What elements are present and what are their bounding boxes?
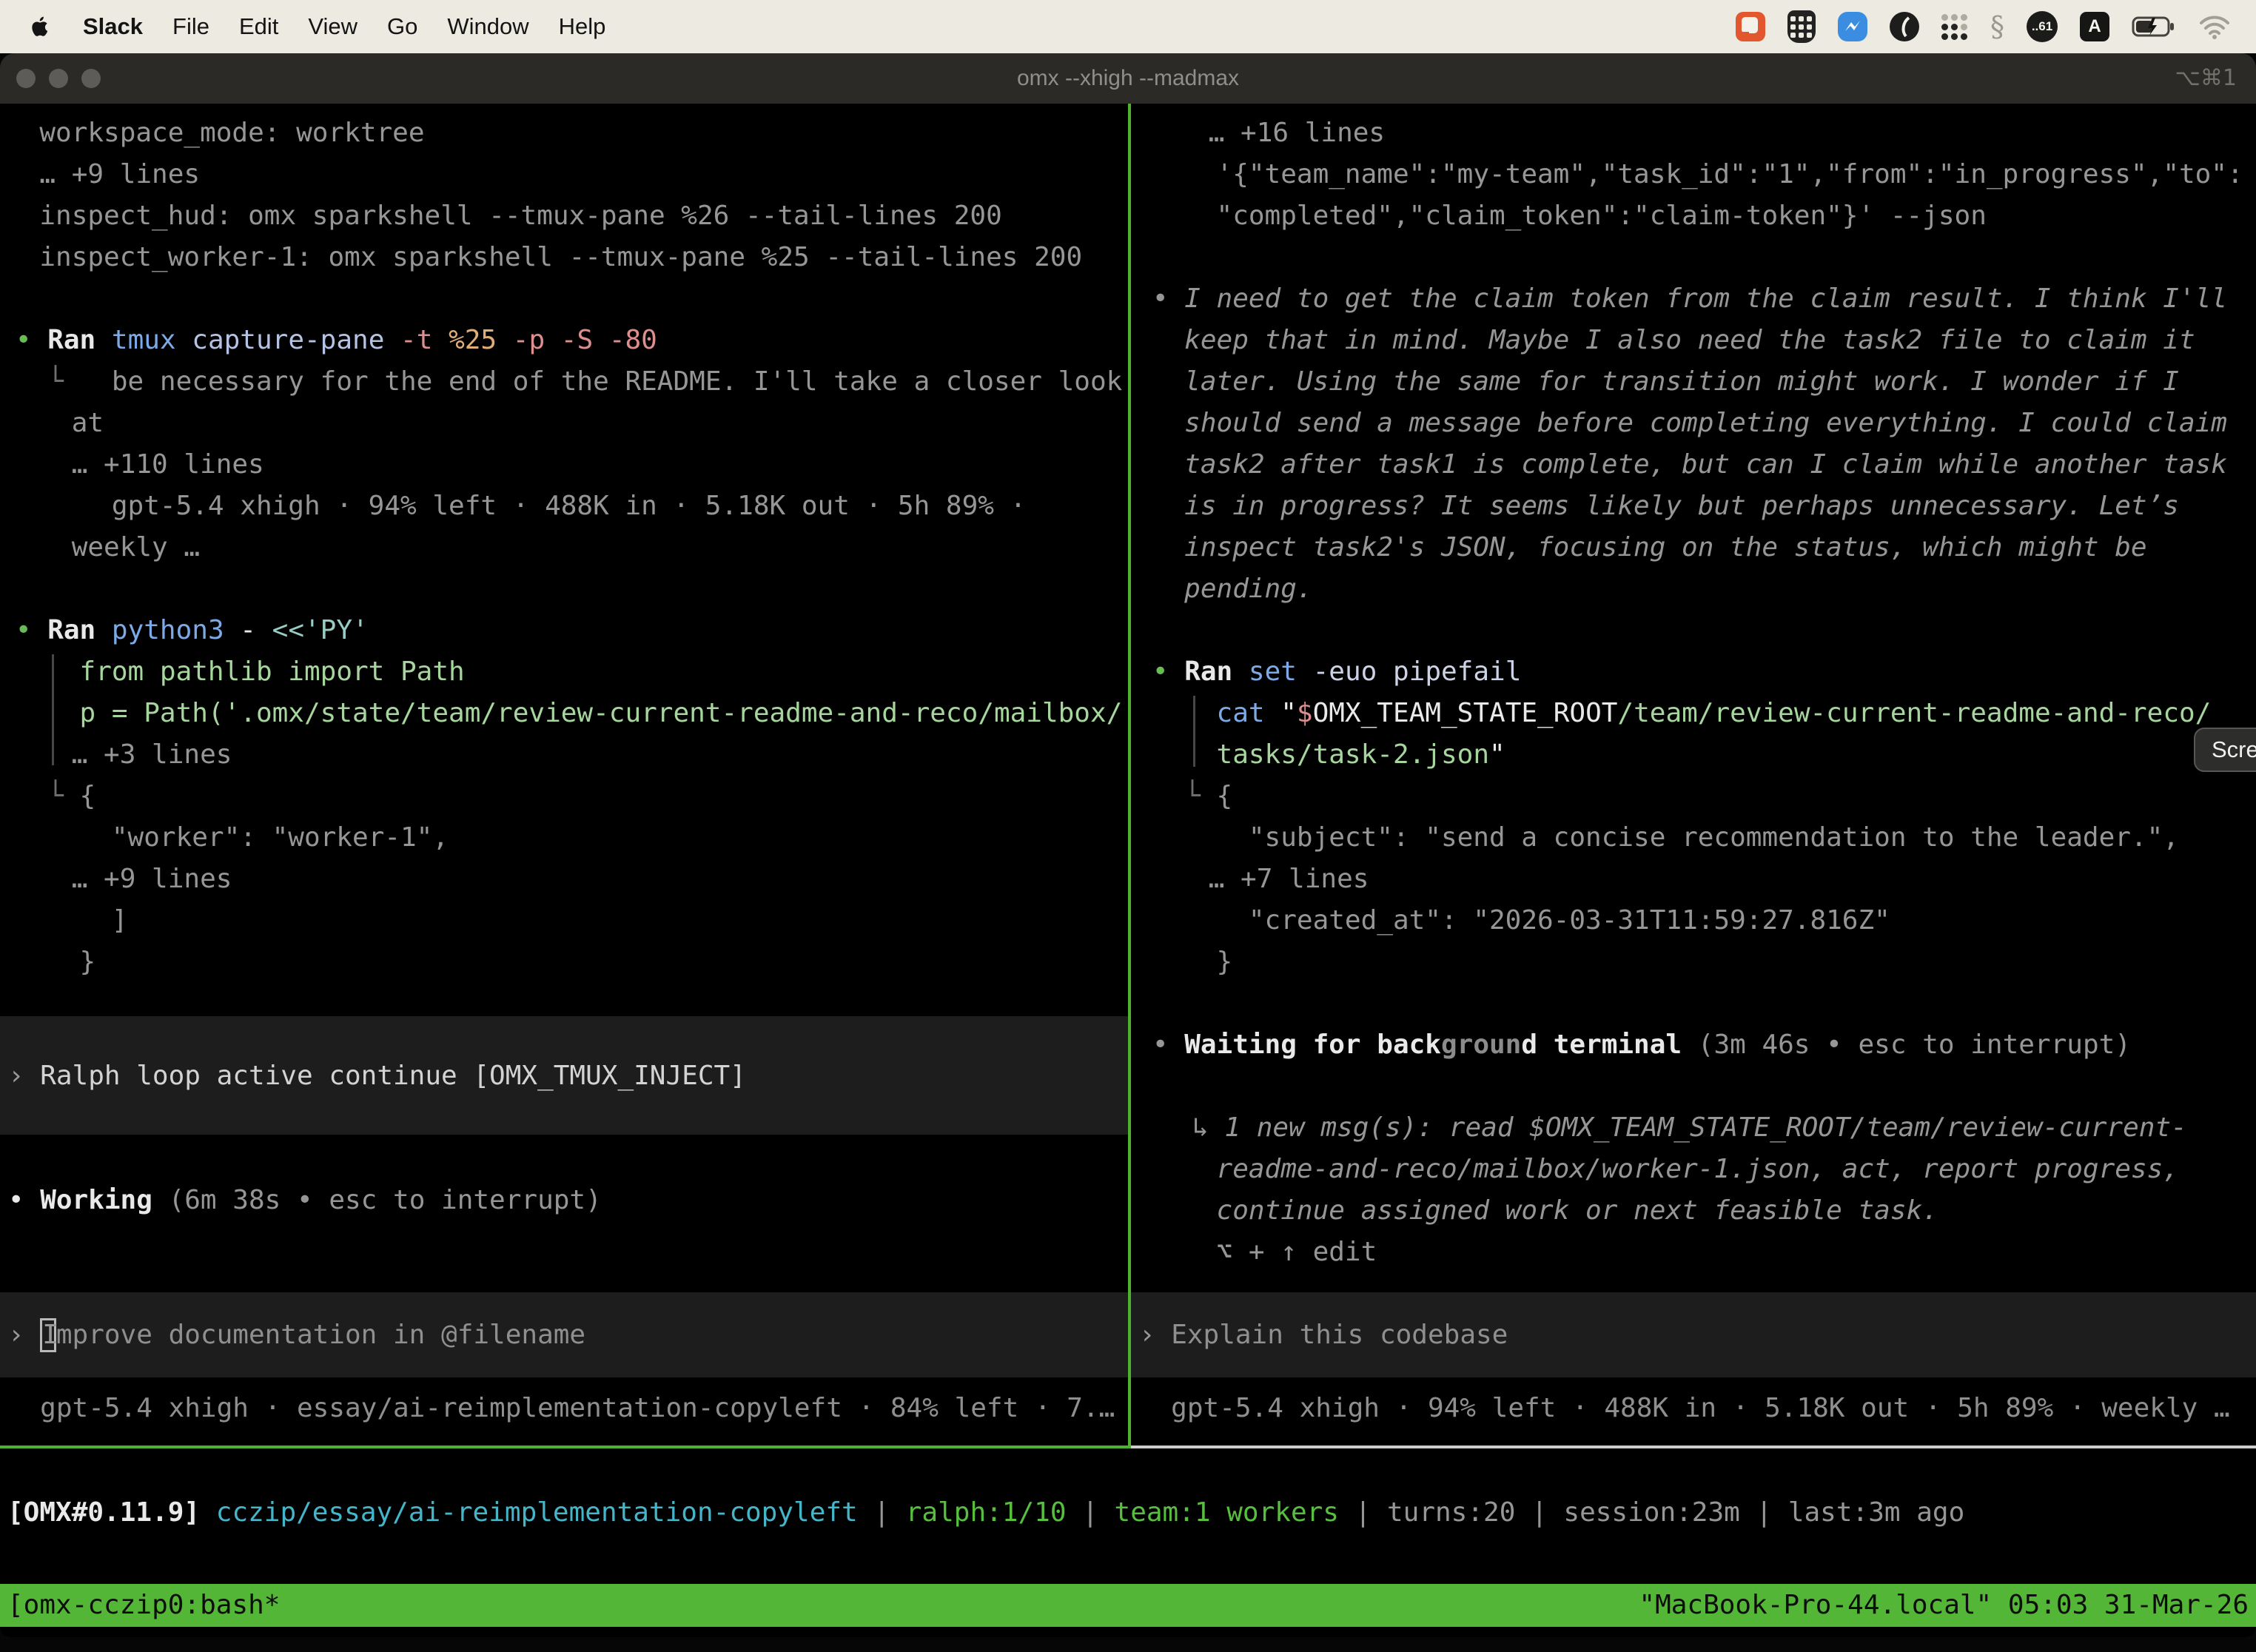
inject-banner-text: Ralph loop active continue [OMX_TMUX_INJ… bbox=[40, 1061, 746, 1091]
tmux-panes: workspace_mode: worktree… +9 linesinspec… bbox=[0, 104, 2256, 1448]
output-rail bbox=[1193, 696, 1195, 767]
chevron-icon: › bbox=[1131, 1320, 1171, 1350]
window-title-bar[interactable]: omx --xhigh --madmax ⌥⌘1 bbox=[0, 53, 2256, 104]
prompt-placeholder: mprove documentation in @filename bbox=[56, 1320, 585, 1350]
dots-grid-icon[interactable] bbox=[1941, 13, 1968, 40]
menu-bar: Slack File Edit View Go Window Help § ..… bbox=[0, 0, 2256, 53]
prompt-placeholder: Explain this codebase bbox=[1171, 1320, 1508, 1350]
macos-desktop: { "menubar": { "items": ["Slack", "File"… bbox=[0, 0, 2256, 1652]
chevron-icon: › bbox=[0, 1320, 40, 1350]
messenger-icon[interactable] bbox=[1838, 12, 1867, 41]
keypad-shield-icon[interactable] bbox=[1787, 10, 1816, 43]
menu-item-window[interactable]: Window bbox=[447, 13, 528, 40]
text-cursor: I bbox=[40, 1318, 56, 1352]
tmux-pane-right[interactable]: … +16 lines'{"team_name":"my-team","task… bbox=[1131, 104, 2256, 1448]
left-prompt-input[interactable]: ›Improve documentation in @filename bbox=[0, 1292, 1128, 1377]
left-inject-banner: ›Ralph loop active continue [OMX_TMUX_IN… bbox=[0, 1016, 1128, 1135]
left-pane-output: workspace_mode: worktree… +9 linesinspec… bbox=[0, 104, 1128, 983]
omx-status-line: [OMX#0.11.9] cczip/essay/ai-reimplementa… bbox=[7, 1491, 1964, 1534]
menu-item-go[interactable]: Go bbox=[387, 13, 417, 40]
chevron-icon: › bbox=[0, 1061, 40, 1091]
menu-item-edit[interactable]: Edit bbox=[239, 13, 278, 40]
window-bottom-edge bbox=[0, 1627, 2256, 1637]
tmux-host-clock: "MacBook-Pro-44.local" 05:03 31-Mar-26 bbox=[1639, 1584, 2249, 1627]
window-title: omx --xhigh --madmax bbox=[0, 53, 2256, 104]
left-working-status: • Working (6m 38s • esc to interrupt) bbox=[0, 1179, 1128, 1221]
menu-item-file[interactable]: File bbox=[172, 13, 209, 40]
window-shortcut-hint: ⌥⌘1 bbox=[2175, 53, 2237, 104]
right-pane-output: … +16 lines'{"team_name":"my-team","task… bbox=[1131, 104, 2256, 1273]
menu-item-slack[interactable]: Slack bbox=[83, 13, 143, 40]
tmux-session-label[interactable]: [omx-cczip0:bash* bbox=[7, 1584, 280, 1627]
menu-item-view[interactable]: View bbox=[308, 13, 357, 40]
slack-status-icon[interactable] bbox=[1736, 12, 1765, 41]
terminal-window: omx --xhigh --madmax ⌥⌘1 workspace_mode:… bbox=[0, 53, 2256, 1637]
tmux-pane-left[interactable]: workspace_mode: worktree… +9 linesinspec… bbox=[0, 104, 1128, 1448]
wifi-icon[interactable] bbox=[2198, 14, 2231, 39]
screen-overlay-tooltip: Scre bbox=[2194, 728, 2256, 772]
squiggle-icon[interactable]: § bbox=[1990, 10, 2004, 43]
right-prompt-input[interactable]: ›Explain this codebase bbox=[1131, 1292, 2256, 1377]
left-pane-statusline: gpt-5.4 xhigh · essay/ai-reimplementatio… bbox=[0, 1387, 1128, 1429]
right-pane-statusline: gpt-5.4 xhigh · 94% left · 488K in · 5.1… bbox=[1131, 1387, 2256, 1429]
menu-item-help[interactable]: Help bbox=[559, 13, 606, 40]
dark-browser-icon[interactable] bbox=[1890, 12, 1919, 41]
menu-bar-left: Slack File Edit View Go Window Help bbox=[31, 13, 635, 40]
terminal-content: workspace_mode: worktree… +9 linesinspec… bbox=[0, 104, 2256, 1637]
apple-menu-icon[interactable] bbox=[31, 16, 50, 38]
menu-bar-status-icons: § ..61 A bbox=[1736, 10, 2231, 43]
output-rail bbox=[52, 654, 54, 765]
battery-icon[interactable] bbox=[2132, 15, 2176, 38]
badge-61-icon[interactable]: ..61 bbox=[2027, 11, 2058, 42]
keyboard-layout-icon[interactable]: A bbox=[2080, 12, 2109, 41]
tmux-status-bar: [omx-cczip0:bash* "MacBook-Pro-44.local"… bbox=[0, 1584, 2256, 1627]
